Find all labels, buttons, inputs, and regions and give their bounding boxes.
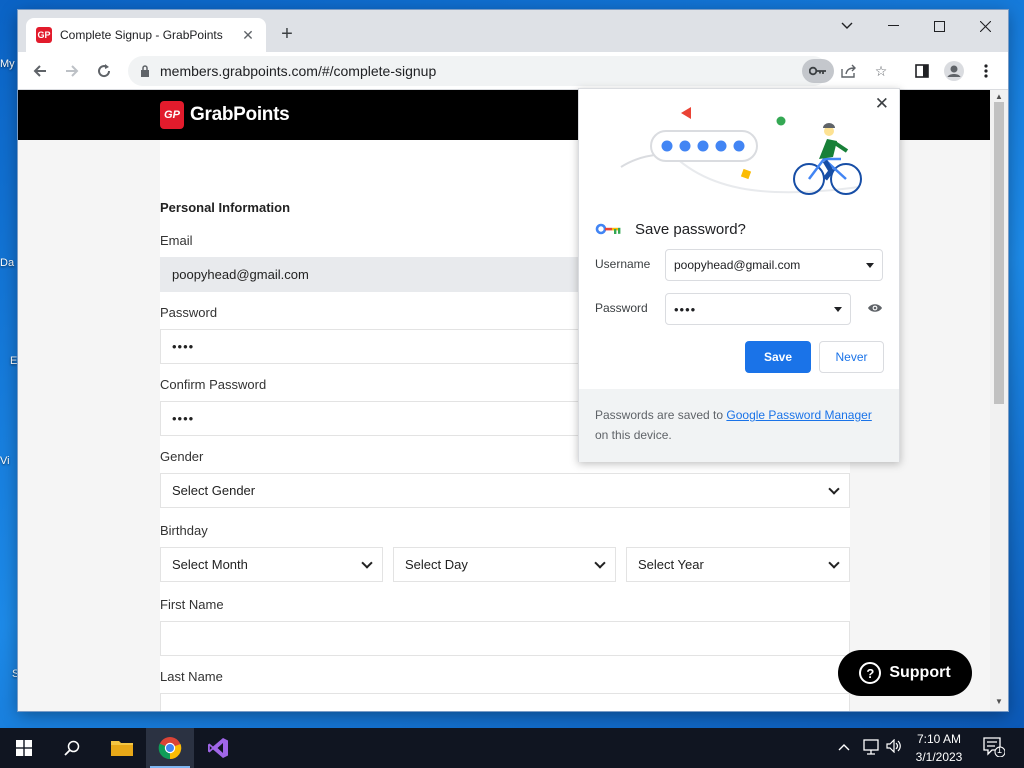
month-value: Select Month [172, 557, 248, 572]
taskbar: 7:10 AM 3/1/2023 1 [0, 728, 1024, 768]
password-illustration-icon [620, 107, 862, 195]
show-hidden-icons-chevron-icon[interactable] [838, 739, 850, 754]
month-select[interactable]: Select Month [160, 547, 383, 582]
close-window-icon[interactable] [962, 10, 1008, 42]
last-name-label: Last Name [160, 669, 223, 684]
password-field[interactable]: •••• [665, 293, 851, 325]
support-label: Support [889, 664, 951, 681]
dialog-footer: Passwords are saved to Google Password M… [579, 389, 899, 462]
first-name-label: First Name [160, 597, 224, 612]
side-panel-icon[interactable] [908, 57, 936, 85]
username-label: Username [595, 257, 651, 271]
taskbar-clock[interactable]: 7:10 AM 3/1/2023 [908, 730, 970, 766]
dropdown-caret-icon[interactable] [866, 262, 874, 268]
chevron-down-icon [361, 556, 373, 569]
gender-select[interactable]: Select Gender [160, 473, 850, 508]
confirm-password-label: Confirm Password [160, 377, 267, 392]
google-key-icon [595, 223, 621, 235]
forward-arrow-icon[interactable] [58, 57, 86, 85]
desktop-icon-label[interactable]: My [0, 58, 15, 70]
scrollbar-thumb[interactable] [994, 102, 1004, 404]
gender-label: Gender [160, 449, 204, 464]
username-value: poopyhead@gmail.com [674, 258, 801, 272]
network-icon[interactable] [862, 739, 880, 758]
username-field[interactable]: poopyhead@gmail.com [665, 249, 883, 281]
notification-count: 1 [997, 745, 1003, 755]
password-manager-link[interactable]: Google Password Manager [726, 408, 871, 422]
grabpoints-logo-icon[interactable]: GP [160, 101, 184, 129]
search-icon[interactable] [48, 728, 96, 768]
year-value: Select Year [638, 557, 704, 572]
eye-icon[interactable] [867, 302, 883, 317]
browser-toolbar: members.grabpoints.com/#/complete-signup… [18, 52, 1008, 90]
lock-icon[interactable] [140, 65, 150, 77]
chevron-down-icon [594, 556, 606, 569]
tab-search-chevron-icon[interactable] [824, 10, 870, 42]
site-logo-text[interactable]: GrabPoints [190, 104, 290, 126]
day-value: Select Day [405, 557, 468, 572]
year-select[interactable]: Select Year [626, 547, 850, 582]
email-value: poopyhead@gmail.com [172, 267, 309, 282]
visual-studio-icon[interactable] [194, 728, 242, 768]
password-value: •••• [674, 301, 697, 317]
address-bar[interactable]: members.grabpoints.com/#/complete-signup… [128, 56, 887, 86]
password-key-icon[interactable] [802, 59, 834, 83]
profile-avatar-icon[interactable] [940, 57, 968, 85]
scroll-down-icon[interactable]: ▼ [995, 697, 1003, 706]
url-text[interactable]: members.grabpoints.com/#/complete-signup [160, 63, 436, 79]
tab-complete-signup[interactable]: GP Complete Signup - GrabPoints ✕ [26, 18, 266, 52]
close-tab-icon[interactable]: ✕ [240, 27, 256, 43]
section-title: Personal Information [160, 200, 291, 215]
gender-value: Select Gender [172, 483, 256, 498]
minimize-icon[interactable] [870, 10, 916, 42]
file-explorer-icon[interactable] [98, 728, 146, 768]
email-label: Email [160, 233, 193, 248]
chevron-down-icon [828, 556, 840, 569]
day-select[interactable]: Select Day [393, 547, 616, 582]
back-arrow-icon[interactable] [26, 57, 54, 85]
grabpoints-favicon-icon: GP [36, 27, 52, 43]
password-label: Password [595, 301, 648, 315]
desktop-icon-label[interactable]: Da [0, 257, 14, 269]
password-label: Password [160, 305, 218, 320]
save-button[interactable]: Save [745, 341, 811, 373]
support-button[interactable]: ? Support [838, 650, 972, 696]
tab-title: Complete Signup - GrabPoints [60, 28, 223, 42]
dialog-title: Save password? [635, 221, 746, 238]
menu-kebab-icon[interactable] [972, 57, 1000, 85]
footer-text: Passwords are saved to [595, 408, 727, 422]
clock-time: 7:10 AM [916, 732, 962, 746]
desktop-icon-label[interactable]: E [10, 355, 17, 367]
question-icon: ? [859, 662, 882, 684]
never-button[interactable]: Never [819, 341, 884, 373]
chrome-taskbar-icon[interactable] [146, 728, 194, 768]
first-name-field[interactable] [160, 621, 850, 656]
desktop-icon-label[interactable]: Vi [0, 455, 10, 467]
tab-strip: GP Complete Signup - GrabPoints ✕ + [18, 10, 1008, 52]
share-icon[interactable] [837, 59, 861, 83]
save-password-dialog: ✕ Save password? Username poopyhead@gmai… [578, 88, 900, 462]
maximize-icon[interactable] [916, 10, 962, 42]
dropdown-caret-icon[interactable] [834, 306, 842, 312]
reload-icon[interactable] [90, 57, 118, 85]
last-name-field[interactable] [160, 693, 850, 711]
chevron-down-icon [828, 482, 840, 495]
new-tab-icon[interactable]: + [276, 24, 298, 46]
clock-date: 3/1/2023 [915, 750, 963, 764]
start-windows-icon[interactable] [0, 728, 48, 768]
confirm-password-value: •••• [172, 411, 195, 426]
birthday-label: Birthday [160, 523, 208, 538]
notifications-icon[interactable]: 1 [983, 737, 1006, 760]
scroll-up-icon[interactable]: ▲ [995, 92, 1003, 101]
volume-icon[interactable] [886, 738, 902, 756]
footer-text-end: on this device. [595, 428, 672, 442]
page-scrollbar[interactable]: ▲ ▼ [990, 90, 1008, 711]
password-value: •••• [172, 339, 195, 354]
bookmark-star-icon[interactable]: ☆ [869, 59, 893, 83]
close-icon[interactable]: ✕ [875, 94, 889, 114]
